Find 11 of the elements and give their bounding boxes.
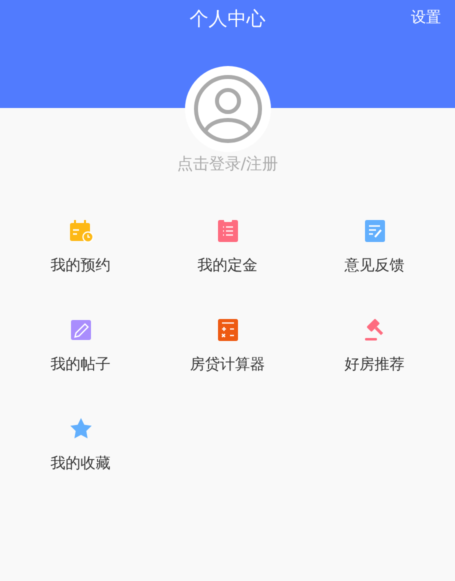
- menu-item[interactable]: 好房推荐: [301, 317, 448, 373]
- menu-item[interactable]: 房贷计算器: [154, 317, 301, 373]
- page-title: 个人中心: [190, 8, 266, 30]
- avatar-icon: [192, 74, 262, 144]
- settings-link[interactable]: 设置: [411, 10, 441, 25]
- menu-item[interactable]: 意见反馈: [301, 218, 448, 274]
- menu-item[interactable]: 我的收藏: [7, 416, 154, 472]
- menu-item[interactable]: 我的定金: [154, 218, 301, 274]
- menu-item[interactable]: 我的预约: [7, 218, 154, 274]
- menu-item[interactable]: 我的帖子: [7, 317, 154, 373]
- calendar-icon: [68, 218, 94, 244]
